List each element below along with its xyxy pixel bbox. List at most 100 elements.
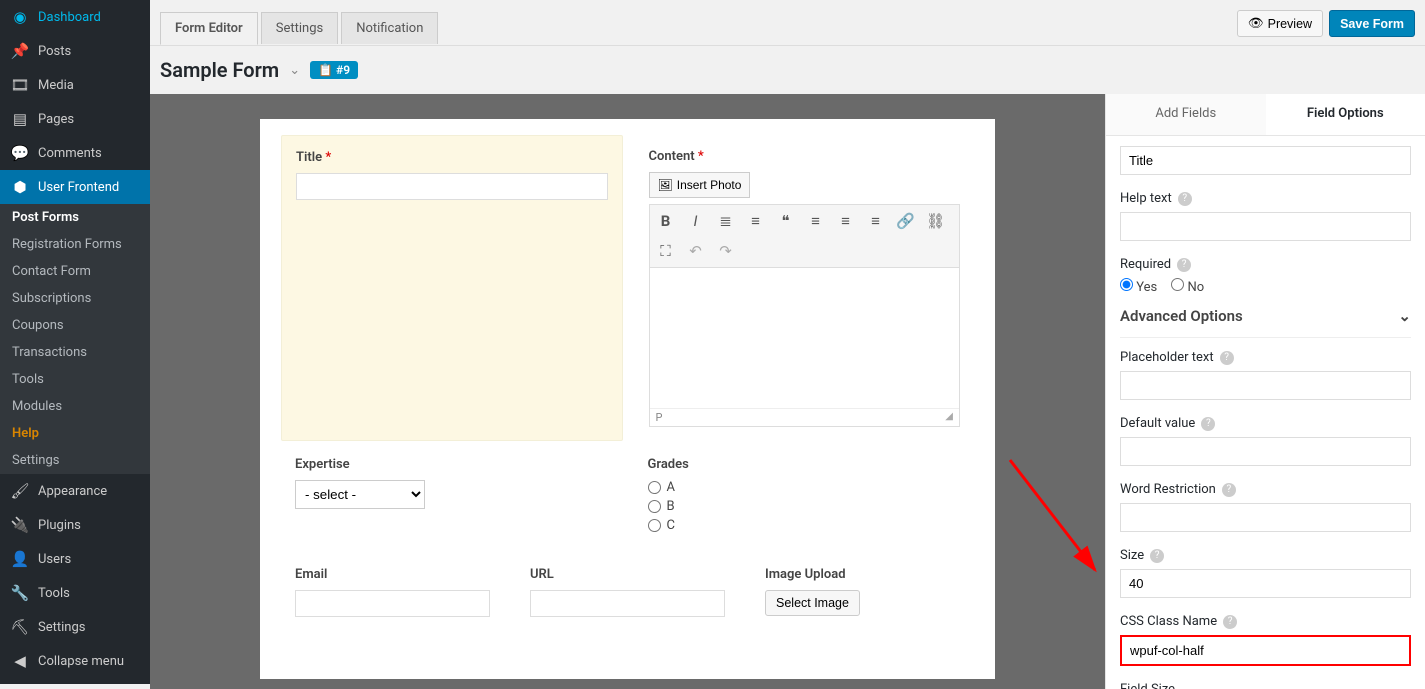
submenu-contact-form[interactable]: Contact Form: [0, 258, 150, 285]
main-content: Form Editor Settings Notification 👁Previ…: [150, 0, 1425, 684]
sidebar-item-dashboard[interactable]: ◉Dashboard: [0, 0, 150, 34]
sidebar-item-settings[interactable]: ⛏Settings: [0, 610, 150, 644]
tab-notification[interactable]: Notification: [341, 12, 438, 44]
submenu-tools[interactable]: Tools: [0, 366, 150, 393]
pin-icon: 📌: [10, 42, 30, 60]
unlink-icon[interactable]: ⛓: [926, 211, 946, 231]
css-class-input[interactable]: [1120, 635, 1411, 666]
sidebar-item-appearance[interactable]: 🖌Appearance: [0, 474, 150, 508]
fullscreen-icon[interactable]: ⛶: [656, 241, 676, 261]
sidebar-item-pages[interactable]: ▤Pages: [0, 102, 150, 136]
sidebar-item-posts[interactable]: 📌Posts: [0, 34, 150, 68]
align-left-icon[interactable]: ≡: [806, 211, 826, 231]
required-yes-radio[interactable]: [1120, 278, 1133, 291]
submenu-modules[interactable]: Modules: [0, 393, 150, 420]
email-input[interactable]: [295, 590, 490, 617]
eye-icon: 👁: [1248, 16, 1264, 31]
chevron-down-icon: ⌄: [1398, 307, 1411, 325]
help-text-input[interactable]: [1120, 212, 1411, 241]
submenu-coupons[interactable]: Coupons: [0, 312, 150, 339]
expertise-field-block[interactable]: Expertise - select -: [295, 457, 608, 537]
help-icon: ?: [1223, 615, 1237, 629]
sidebar-item-tools[interactable]: 🔧Tools: [0, 576, 150, 610]
submenu-help[interactable]: Help: [0, 420, 150, 447]
help-icon: ?: [1222, 483, 1236, 497]
insert-photo-button[interactable]: 🖼Insert Photo: [649, 172, 751, 198]
align-right-icon[interactable]: ≡: [866, 211, 886, 231]
url-field-block[interactable]: URL: [530, 567, 725, 617]
resize-icon[interactable]: ◢: [945, 411, 953, 424]
save-form-button[interactable]: Save Form: [1329, 10, 1415, 37]
redo-icon[interactable]: ↷: [716, 241, 736, 261]
title-field-block[interactable]: Title *: [281, 135, 623, 441]
expertise-label: Expertise: [295, 457, 608, 472]
comment-icon: 💬: [10, 144, 30, 162]
grades-field-block[interactable]: Grades A B C: [648, 457, 961, 537]
form-title-row: Sample Form ⌄ 📋 #9: [150, 46, 1425, 94]
help-icon: ?: [1150, 549, 1164, 563]
email-field-block[interactable]: Email: [295, 567, 490, 617]
form-id-badge: 📋 #9: [310, 61, 358, 79]
word-restriction-input[interactable]: [1120, 503, 1411, 532]
submenu-subscriptions[interactable]: Subscriptions: [0, 285, 150, 312]
required-label: Required?: [1120, 257, 1411, 272]
panel-tab-add-fields[interactable]: Add Fields: [1106, 94, 1266, 135]
placeholder-input[interactable]: [1120, 371, 1411, 400]
sidebar-item-collapse[interactable]: ◀Collapse menu: [0, 644, 150, 678]
select-image-button[interactable]: Select Image: [765, 590, 860, 616]
brush-icon: 🖌: [10, 482, 30, 500]
wrench-icon: 🔧: [10, 584, 30, 602]
plugin-icon: 🔌: [10, 516, 30, 534]
right-panel: Add Fields Field Options Help text? Requ…: [1105, 94, 1425, 689]
italic-icon[interactable]: I: [686, 211, 706, 231]
tab-settings[interactable]: Settings: [261, 12, 338, 44]
sidebar-item-comments[interactable]: 💬Comments: [0, 136, 150, 170]
content-label: Content *: [649, 149, 961, 164]
chevron-down-icon[interactable]: ⌄: [289, 63, 300, 78]
ul-icon[interactable]: ≣: [716, 211, 736, 231]
sidebar-item-plugins[interactable]: 🔌Plugins: [0, 508, 150, 542]
collapse-icon: ◀: [10, 652, 30, 670]
image-upload-block[interactable]: Image Upload Select Image: [765, 567, 960, 617]
required-no-radio[interactable]: [1171, 278, 1184, 291]
field-label-input[interactable]: [1120, 146, 1411, 175]
email-label: Email: [295, 567, 490, 582]
align-center-icon[interactable]: ≡: [836, 211, 856, 231]
content-editor[interactable]: [650, 268, 960, 408]
editor-path: P: [656, 411, 663, 424]
submenu-transactions[interactable]: Transactions: [0, 339, 150, 366]
tab-form-editor[interactable]: Form Editor: [160, 12, 258, 45]
grade-a-radio[interactable]: [648, 481, 661, 494]
grade-b-radio[interactable]: [648, 500, 661, 513]
title-input[interactable]: [296, 173, 608, 200]
sidebar-item-media[interactable]: 🎞Media: [0, 68, 150, 102]
admin-sidebar: ◉Dashboard 📌Posts 🎞Media ▤Pages 💬Comment…: [0, 0, 150, 684]
submenu-post-forms[interactable]: Post Forms: [0, 204, 150, 231]
sidebar-submenu: Post Forms Registration Forms Contact Fo…: [0, 204, 150, 474]
link-icon[interactable]: 🔗: [896, 211, 916, 231]
grade-c-radio[interactable]: [648, 519, 661, 532]
form-card: Title * Content * 🖼Insert Photo B I ≣ ≡: [260, 119, 995, 679]
preview-button[interactable]: 👁Preview: [1237, 10, 1323, 37]
photo-icon: 🖼: [658, 178, 673, 192]
quote-icon[interactable]: ❝: [776, 211, 796, 231]
url-input[interactable]: [530, 590, 725, 617]
undo-icon[interactable]: ↶: [686, 241, 706, 261]
size-input[interactable]: [1120, 569, 1411, 598]
ol-icon[interactable]: ≡: [746, 211, 766, 231]
bold-icon[interactable]: B: [656, 211, 676, 231]
url-label: URL: [530, 567, 725, 582]
submenu-registration-forms[interactable]: Registration Forms: [0, 231, 150, 258]
advanced-options-header[interactable]: Advanced Options⌄: [1120, 295, 1411, 338]
dashboard-icon: ◉: [10, 8, 30, 26]
expertise-select[interactable]: - select -: [295, 480, 425, 509]
panel-tab-field-options[interactable]: Field Options: [1266, 94, 1425, 135]
help-icon: ?: [1220, 351, 1234, 365]
default-value-input[interactable]: [1120, 437, 1411, 466]
sidebar-item-user-frontend[interactable]: ⬢User Frontend: [0, 170, 150, 204]
content-field-block[interactable]: Content * 🖼Insert Photo B I ≣ ≡ ❝ ≡ ≡: [649, 149, 961, 427]
media-icon: 🎞: [10, 76, 30, 94]
sidebar-item-users[interactable]: 👤Users: [0, 542, 150, 576]
submenu-settings[interactable]: Settings: [0, 447, 150, 474]
field-size-label: Field Size: [1120, 682, 1411, 689]
